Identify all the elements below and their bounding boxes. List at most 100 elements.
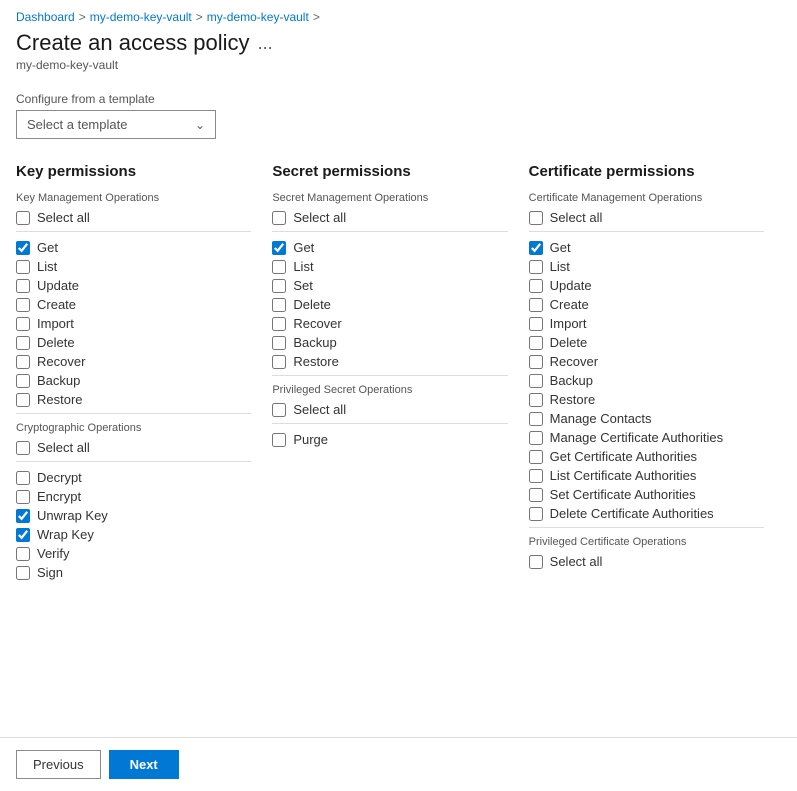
key-update-checkbox[interactable]: [16, 279, 30, 293]
key-create-label[interactable]: Create: [37, 297, 76, 312]
cert-get-ca-checkbox[interactable]: [529, 450, 543, 464]
key-restore-checkbox[interactable]: [16, 393, 30, 407]
crypto-select-all-checkbox[interactable]: [16, 441, 30, 455]
crypto-decrypt-checkbox[interactable]: [16, 471, 30, 485]
cert-manage-contacts-checkbox[interactable]: [529, 412, 543, 426]
list-item: Manage Contacts: [529, 411, 764, 426]
pcert-select-all-checkbox[interactable]: [529, 555, 543, 569]
sec-select-all-label[interactable]: Select all: [293, 210, 346, 225]
sec-restore-checkbox[interactable]: [272, 355, 286, 369]
key-delete-label[interactable]: Delete: [37, 335, 75, 350]
crypto-wrap-label[interactable]: Wrap Key: [37, 527, 94, 542]
key-get-label[interactable]: Get: [37, 240, 58, 255]
next-button[interactable]: Next: [109, 750, 179, 779]
key-list-checkbox[interactable]: [16, 260, 30, 274]
pcert-select-all-label[interactable]: Select all: [550, 554, 603, 569]
ellipsis-button[interactable]: ...: [258, 33, 273, 54]
crypto-verify-label[interactable]: Verify: [37, 546, 70, 561]
cert-delete-ca-checkbox[interactable]: [529, 507, 543, 521]
crypto-unwrap-checkbox[interactable]: [16, 509, 30, 523]
key-import-label[interactable]: Import: [37, 316, 74, 331]
psec-purge-checkbox[interactable]: [272, 433, 286, 447]
key-create-checkbox[interactable]: [16, 298, 30, 312]
cert-manage-ca-checkbox[interactable]: [529, 431, 543, 445]
cert-recover-label[interactable]: Recover: [550, 354, 598, 369]
sec-set-checkbox[interactable]: [272, 279, 286, 293]
key-get-checkbox[interactable]: [16, 241, 30, 255]
cert-set-ca-label[interactable]: Set Certificate Authorities: [550, 487, 696, 502]
sec-set-label[interactable]: Set: [293, 278, 313, 293]
cert-list-label[interactable]: List: [550, 259, 570, 274]
key-backup-label[interactable]: Backup: [37, 373, 80, 388]
cert-import-label[interactable]: Import: [550, 316, 587, 331]
cert-delete-checkbox[interactable]: [529, 336, 543, 350]
cert-update-checkbox[interactable]: [529, 279, 543, 293]
breadcrumb-dashboard[interactable]: Dashboard: [16, 10, 75, 24]
key-import-checkbox[interactable]: [16, 317, 30, 331]
cert-select-all-checkbox[interactable]: [529, 211, 543, 225]
cert-select-all-label[interactable]: Select all: [550, 210, 603, 225]
sec-delete-label[interactable]: Delete: [293, 297, 331, 312]
key-recover-checkbox[interactable]: [16, 355, 30, 369]
secret-permissions-title: Secret permissions: [272, 163, 507, 180]
list-item: Select all: [16, 440, 251, 455]
cert-delete-label[interactable]: Delete: [550, 335, 588, 350]
sec-delete-checkbox[interactable]: [272, 298, 286, 312]
cert-import-checkbox[interactable]: [529, 317, 543, 331]
sec-recover-label[interactable]: Recover: [293, 316, 341, 331]
sec-get-label[interactable]: Get: [293, 240, 314, 255]
cert-restore-checkbox[interactable]: [529, 393, 543, 407]
psec-select-all-checkbox[interactable]: [272, 403, 286, 417]
cert-create-label[interactable]: Create: [550, 297, 589, 312]
crypto-unwrap-label[interactable]: Unwrap Key: [37, 508, 108, 523]
cert-restore-label[interactable]: Restore: [550, 392, 596, 407]
key-permissions-title: Key permissions: [16, 163, 251, 180]
cert-manage-ca-label[interactable]: Manage Certificate Authorities: [550, 430, 723, 445]
cert-set-ca-checkbox[interactable]: [529, 488, 543, 502]
sec-recover-checkbox[interactable]: [272, 317, 286, 331]
cert-create-checkbox[interactable]: [529, 298, 543, 312]
crypto-wrap-checkbox[interactable]: [16, 528, 30, 542]
key-update-label[interactable]: Update: [37, 278, 79, 293]
crypto-sign-label[interactable]: Sign: [37, 565, 63, 580]
previous-button[interactable]: Previous: [16, 750, 101, 779]
cert-list-ca-checkbox[interactable]: [529, 469, 543, 483]
crypto-verify-checkbox[interactable]: [16, 547, 30, 561]
cert-backup-label[interactable]: Backup: [550, 373, 593, 388]
key-restore-label[interactable]: Restore: [37, 392, 83, 407]
cert-recover-checkbox[interactable]: [529, 355, 543, 369]
crypto-decrypt-label[interactable]: Decrypt: [37, 470, 82, 485]
template-dropdown[interactable]: Select a template ⌄: [16, 110, 216, 139]
breadcrumb-vault-2[interactable]: my-demo-key-vault: [207, 10, 309, 24]
sec-select-all-checkbox[interactable]: [272, 211, 286, 225]
cert-list-checkbox[interactable]: [529, 260, 543, 274]
cert-backup-checkbox[interactable]: [529, 374, 543, 388]
cert-get-label[interactable]: Get: [550, 240, 571, 255]
sec-list-label[interactable]: List: [293, 259, 313, 274]
psec-select-all-label[interactable]: Select all: [293, 402, 346, 417]
key-recover-label[interactable]: Recover: [37, 354, 85, 369]
sec-get-checkbox[interactable]: [272, 241, 286, 255]
crypto-select-all-label[interactable]: Select all: [37, 440, 90, 455]
cert-list-ca-label[interactable]: List Certificate Authorities: [550, 468, 697, 483]
cert-get-checkbox[interactable]: [529, 241, 543, 255]
crypto-sign-checkbox[interactable]: [16, 566, 30, 580]
cert-manage-contacts-label[interactable]: Manage Contacts: [550, 411, 652, 426]
sec-list-checkbox[interactable]: [272, 260, 286, 274]
key-delete-checkbox[interactable]: [16, 336, 30, 350]
key-select-all-label[interactable]: Select all: [37, 210, 90, 225]
key-list-label[interactable]: List: [37, 259, 57, 274]
crypto-encrypt-checkbox[interactable]: [16, 490, 30, 504]
psec-purge-label[interactable]: Purge: [293, 432, 328, 447]
key-backup-checkbox[interactable]: [16, 374, 30, 388]
breadcrumb-vault-1[interactable]: my-demo-key-vault: [90, 10, 192, 24]
cert-update-label[interactable]: Update: [550, 278, 592, 293]
crypto-encrypt-label[interactable]: Encrypt: [37, 489, 81, 504]
sec-restore-label[interactable]: Restore: [293, 354, 339, 369]
sec-backup-checkbox[interactable]: [272, 336, 286, 350]
sec-backup-label[interactable]: Backup: [293, 335, 336, 350]
cert-get-ca-label[interactable]: Get Certificate Authorities: [550, 449, 697, 464]
key-select-all-checkbox[interactable]: [16, 211, 30, 225]
cert-delete-ca-label[interactable]: Delete Certificate Authorities: [550, 506, 714, 521]
list-item: Get: [272, 240, 507, 255]
